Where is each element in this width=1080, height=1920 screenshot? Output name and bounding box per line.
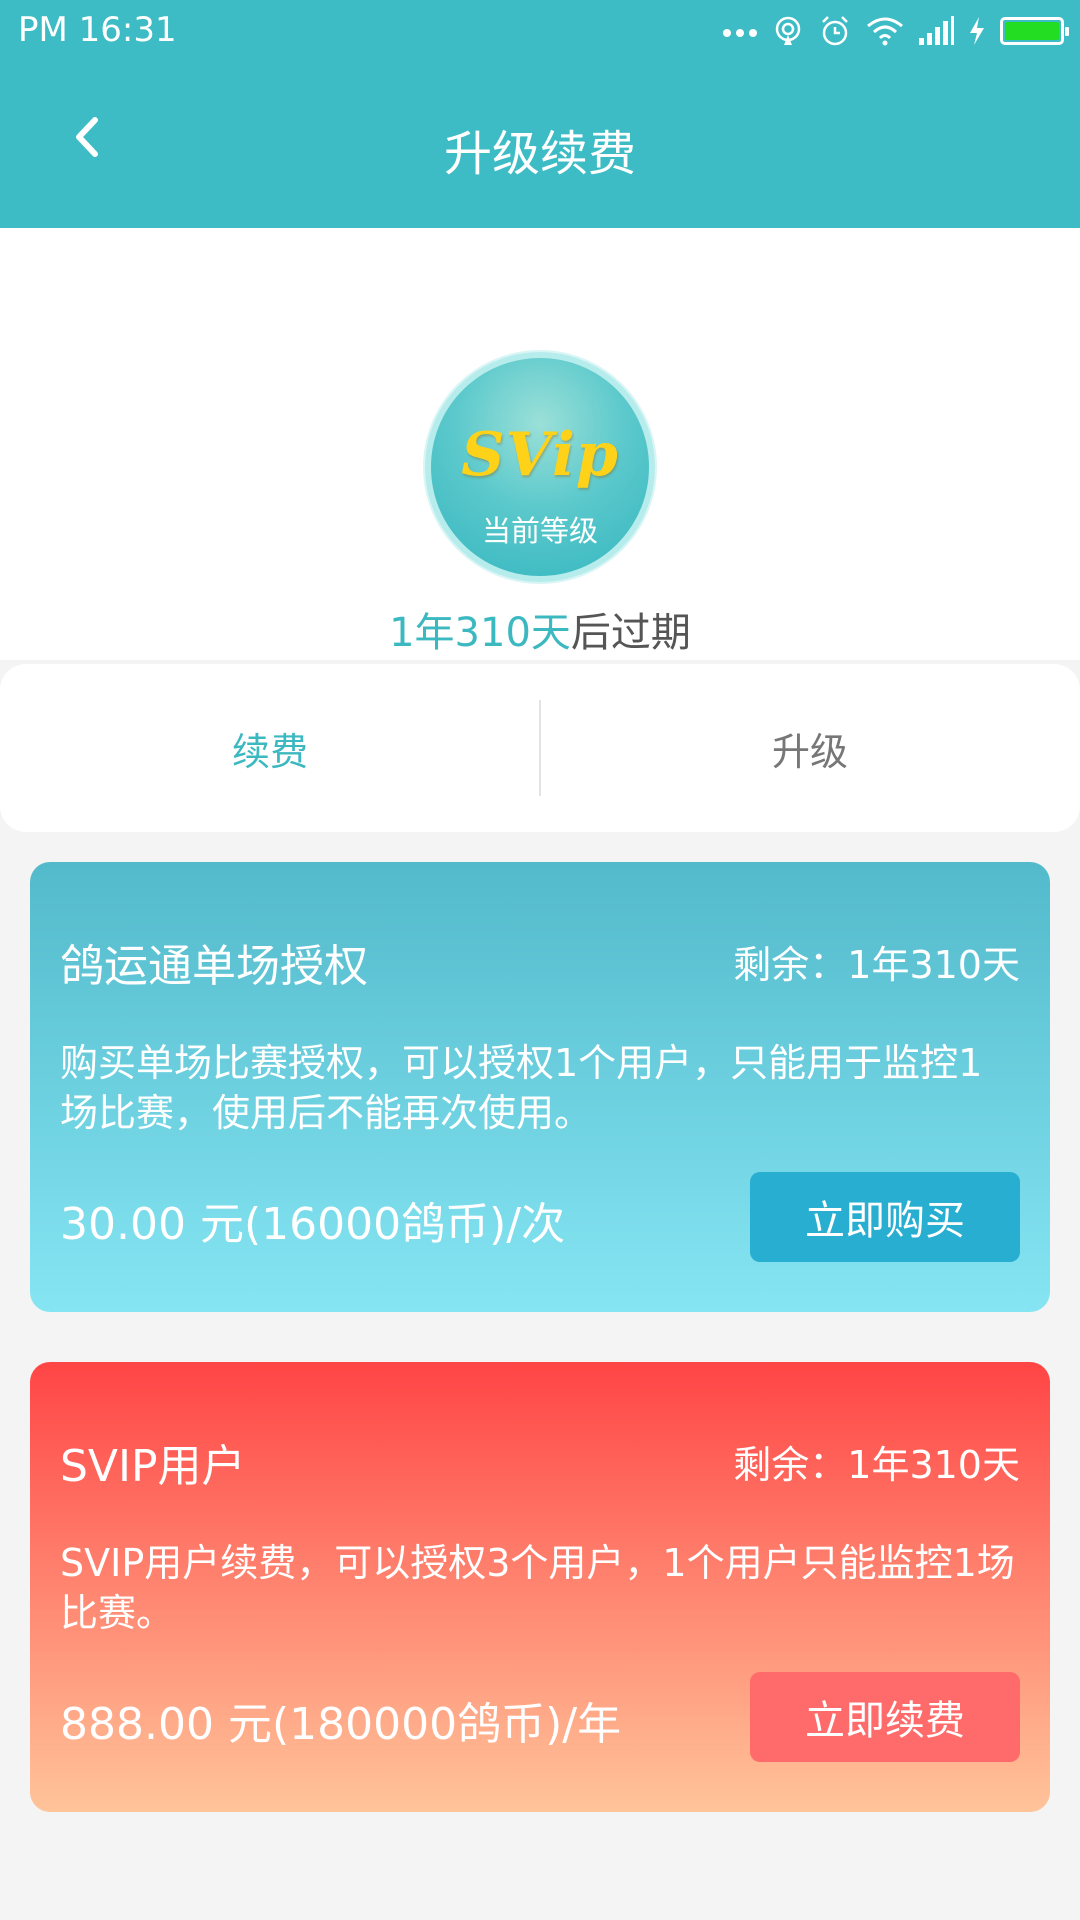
page-title: 升级续费 bbox=[443, 126, 636, 182]
tab-upgrade[interactable]: 升级 bbox=[540, 664, 1080, 832]
renew-now-button[interactable]: 立即续费 bbox=[750, 1672, 1020, 1762]
expire-info: 1年310天后过期 bbox=[0, 600, 1080, 658]
membership-badge: SVip 当前等级 bbox=[425, 352, 655, 582]
alarm-icon bbox=[818, 14, 852, 48]
product-card-single-auth: 鸽运通单场授权 剩余：1年310天 购买单场比赛授权，可以授权1个用户，只能用于… bbox=[30, 862, 1050, 1312]
app-header: PM 16:31 升级续费 bbox=[0, 0, 1080, 228]
card-remaining: 剩余：1年310天 bbox=[733, 1443, 1020, 1487]
card-title: 鸽运通单场授权 bbox=[60, 941, 368, 992]
status-time: PM 16:31 bbox=[18, 10, 177, 50]
card-remaining: 剩余：1年310天 bbox=[733, 943, 1020, 987]
membership-summary: SVip 当前等级 1年310天后过期 bbox=[0, 228, 1080, 660]
wifi-icon bbox=[866, 16, 904, 46]
expire-suffix: 后过期 bbox=[570, 610, 691, 656]
nav-bar: 升级续费 bbox=[0, 62, 1080, 228]
charging-icon bbox=[968, 16, 986, 46]
buy-now-button[interactable]: 立即购买 bbox=[750, 1172, 1020, 1262]
svip-logo: SVip bbox=[461, 420, 619, 490]
status-icons bbox=[722, 10, 1069, 52]
battery-level bbox=[1005, 22, 1059, 40]
card-price: 888.00 元(180000鸽币)/年 bbox=[60, 1699, 622, 1750]
expire-duration: 1年310天 bbox=[389, 610, 571, 656]
tab-bar: 续费 升级 bbox=[0, 664, 1080, 832]
product-card-svip: SVIP用户 剩余：1年310天 SVIP用户续费，可以授权3个用户，1个用户只… bbox=[30, 1362, 1050, 1812]
current-level-label: 当前等级 bbox=[481, 514, 598, 548]
more-dots-icon bbox=[722, 24, 758, 38]
card-price: 30.00 元(16000鸽币)/次 bbox=[60, 1199, 566, 1250]
tab-renew[interactable]: 续费 bbox=[0, 664, 540, 832]
battery-icon bbox=[1000, 17, 1069, 45]
signal-icon bbox=[918, 16, 954, 46]
card-description: 购买单场比赛授权，可以授权1个用户，只能用于监控1场比赛，使用后不能再次使用。 bbox=[60, 1041, 983, 1135]
card-title: SVIP用户 bbox=[60, 1441, 246, 1492]
status-bar: PM 16:31 bbox=[0, 0, 1080, 62]
card-description: SVIP用户续费，可以授权3个用户，1个用户只能监控1场比赛。 bbox=[60, 1541, 1015, 1635]
hotspot-icon bbox=[772, 15, 804, 47]
